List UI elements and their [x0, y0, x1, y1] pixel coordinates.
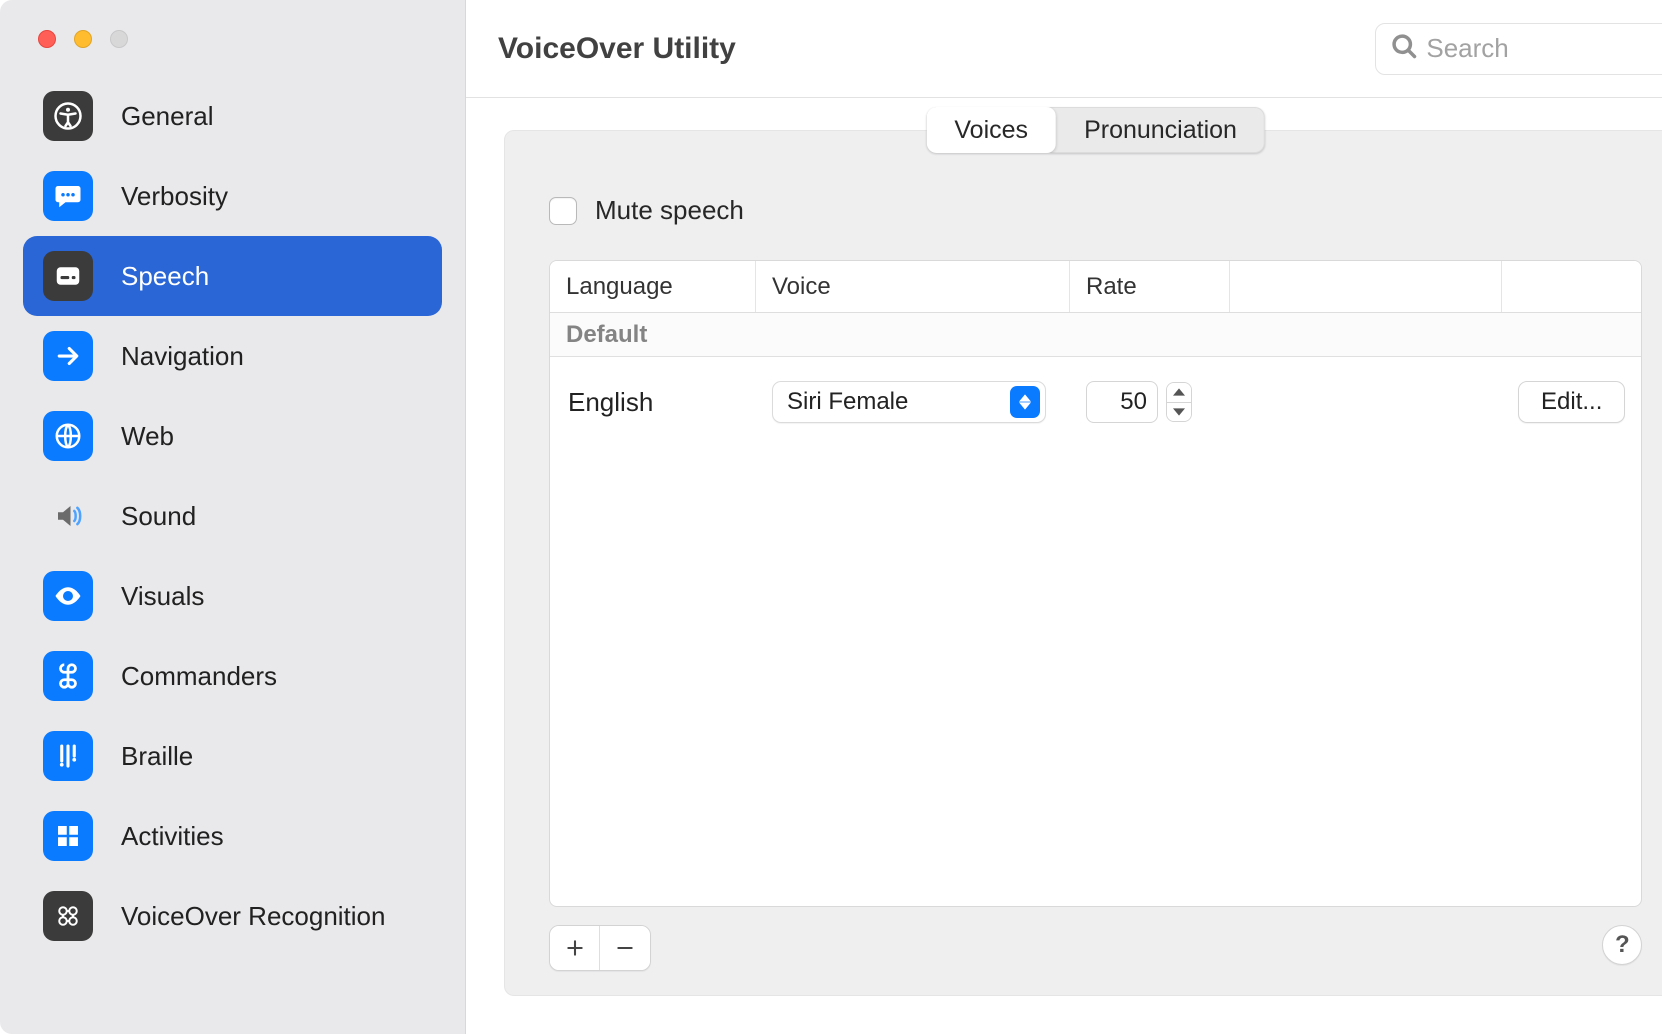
braille-icon [43, 731, 93, 781]
content: Voices Pronunciation Mute speech Languag… [466, 98, 1662, 1034]
mute-speech-label: Mute speech [595, 195, 744, 226]
sidebar-item-navigation[interactable]: Navigation [23, 316, 442, 396]
sidebar-item-label: Braille [121, 741, 193, 772]
sidebar: General Verbosity Speech Navigation [0, 0, 466, 1034]
sidebar-item-speech[interactable]: Speech [23, 236, 442, 316]
voice-value: Siri Female [787, 388, 908, 416]
tab-bar: Voices Pronunciation [926, 107, 1265, 153]
rate-step-up[interactable] [1167, 383, 1191, 403]
help-button[interactable]: ? [1602, 925, 1642, 965]
sidebar-item-label: VoiceOver Recognition [121, 901, 385, 932]
main: VoiceOver Utility Voices Pronunciation M… [466, 0, 1662, 1034]
column-header-rate[interactable]: Rate [1070, 261, 1230, 312]
add-button[interactable] [550, 926, 600, 970]
sidebar-item-label: General [121, 101, 214, 132]
rate-stepper [1086, 381, 1192, 423]
speaker-icon [43, 491, 93, 541]
speech-bubble-icon [43, 171, 93, 221]
cell-language: English [566, 387, 772, 418]
rate-stepper-buttons [1166, 382, 1192, 422]
edit-button[interactable]: Edit... [1518, 381, 1625, 423]
globe-icon [43, 411, 93, 461]
search-icon [1390, 32, 1418, 65]
arrow-right-square-icon [43, 331, 93, 381]
caption-icon [43, 251, 93, 301]
minimize-window-button[interactable] [74, 30, 92, 48]
sidebar-item-sound[interactable]: Sound [23, 476, 442, 556]
search-input[interactable] [1426, 33, 1662, 64]
column-header-blank [1230, 261, 1502, 312]
sidebar-item-commanders[interactable]: Commanders [23, 636, 442, 716]
sidebar-item-label: Verbosity [121, 181, 228, 212]
table-header: Language Voice Rate [550, 261, 1641, 313]
chevron-up-down-icon [1010, 386, 1040, 418]
panel: Voices Pronunciation Mute speech Languag… [504, 130, 1662, 996]
table-group-default: Default [550, 313, 1641, 357]
column-header-voice[interactable]: Voice [756, 261, 1070, 312]
grid-icon [43, 811, 93, 861]
recognition-icon [43, 891, 93, 941]
sidebar-item-label: Navigation [121, 341, 244, 372]
sidebar-item-voiceover-recognition[interactable]: VoiceOver Recognition [23, 876, 442, 956]
add-remove-group [549, 925, 651, 971]
command-icon [43, 651, 93, 701]
zoom-window-button[interactable] [110, 30, 128, 48]
sidebar-item-label: Speech [121, 261, 209, 292]
sidebar-item-braille[interactable]: Braille [23, 716, 442, 796]
toolbar: VoiceOver Utility [466, 0, 1662, 98]
sidebar-item-label: Sound [121, 501, 196, 532]
voice-popup-button[interactable]: Siri Female [772, 381, 1046, 423]
column-header-edit [1502, 261, 1641, 312]
sidebar-item-verbosity[interactable]: Verbosity [23, 156, 442, 236]
accessibility-icon [43, 91, 93, 141]
table-row[interactable]: English Siri Female [550, 357, 1641, 447]
sidebar-list: General Verbosity Speech Navigation [0, 76, 465, 956]
mute-speech-row: Mute speech [549, 195, 1642, 226]
sidebar-item-label: Web [121, 421, 174, 452]
sidebar-item-general[interactable]: General [23, 76, 442, 156]
page-title: VoiceOver Utility [498, 32, 1355, 66]
close-window-button[interactable] [38, 30, 56, 48]
column-header-language[interactable]: Language [550, 261, 756, 312]
sidebar-item-label: Activities [121, 821, 224, 852]
search-field[interactable] [1375, 23, 1662, 75]
window-controls [0, 20, 465, 76]
tab-pronunciation[interactable]: Pronunciation [1056, 107, 1265, 153]
eye-icon [43, 571, 93, 621]
tab-voices[interactable]: Voices [926, 107, 1056, 153]
remove-button[interactable] [600, 926, 650, 970]
footer-controls: ? [549, 925, 1642, 971]
rate-step-down[interactable] [1167, 403, 1191, 422]
sidebar-item-web[interactable]: Web [23, 396, 442, 476]
sidebar-item-activities[interactable]: Activities [23, 796, 442, 876]
sidebar-item-label: Visuals [121, 581, 204, 612]
window: General Verbosity Speech Navigation [0, 0, 1662, 1034]
sidebar-item-label: Commanders [121, 661, 277, 692]
voices-table: Language Voice Rate Default English Siri… [549, 260, 1642, 907]
rate-input[interactable] [1086, 381, 1158, 423]
mute-speech-checkbox[interactable] [549, 197, 577, 225]
sidebar-item-visuals[interactable]: Visuals [23, 556, 442, 636]
